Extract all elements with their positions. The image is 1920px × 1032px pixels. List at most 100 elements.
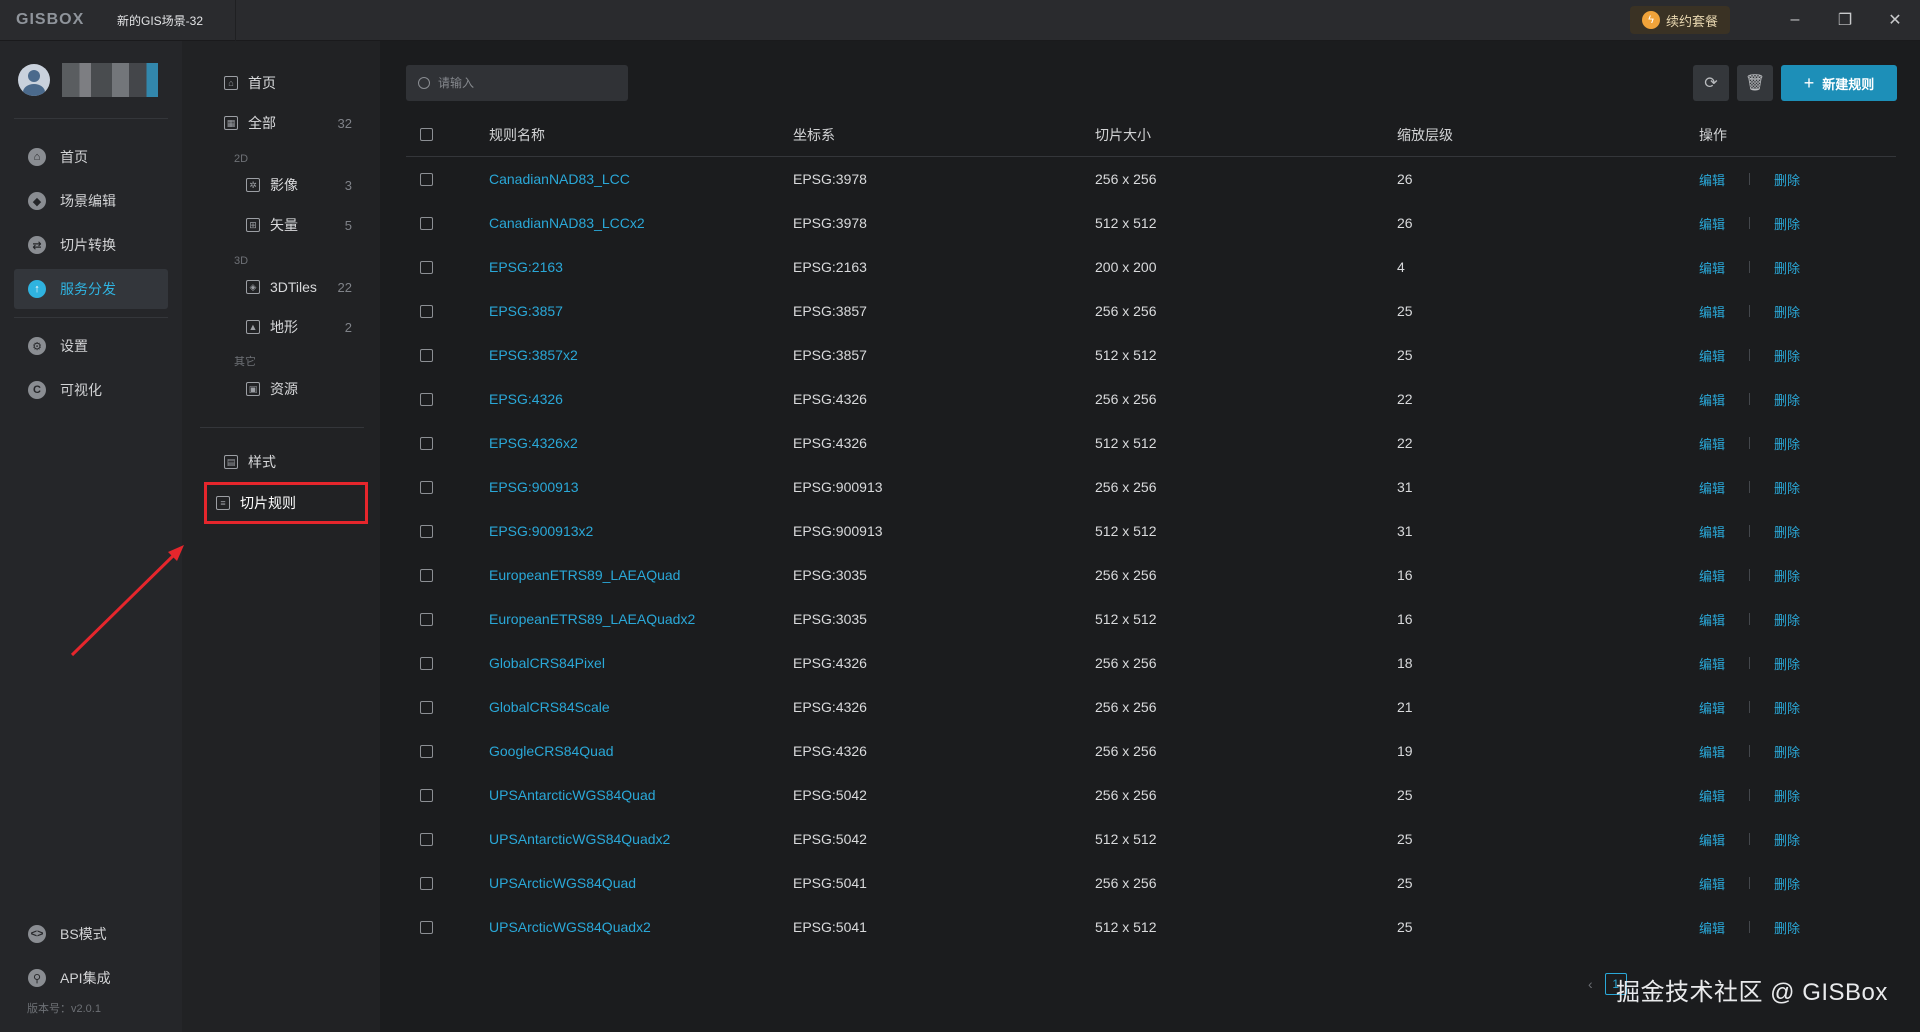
table-row[interactable]: UPSArcticWGS84Quad EPSG:5041 256 x 256 25 编辑…	[406, 861, 1896, 905]
row-checkbox[interactable]	[420, 832, 433, 846]
rule-name-link[interactable]: EPSG:2163	[489, 259, 793, 275]
delete-selected-button[interactable]: 🗑	[1737, 65, 1773, 101]
delete-button[interactable]: 删除	[1774, 478, 1800, 497]
edit-button[interactable]: 编辑	[1699, 214, 1725, 233]
row-checkbox[interactable]	[420, 788, 433, 802]
table-row[interactable]: UPSAntarcticWGS84Quad EPSG:5042 256 x 256 2…	[406, 773, 1896, 817]
delete-button[interactable]: 删除	[1774, 346, 1800, 365]
edit-button[interactable]: 编辑	[1699, 478, 1725, 497]
rule-name-link[interactable]: EPSG:900913	[489, 479, 793, 495]
edit-button[interactable]: 编辑	[1699, 874, 1725, 893]
restore-button[interactable]: ❐	[1820, 0, 1870, 41]
rule-name-link[interactable]: EPSG:900913x2	[489, 523, 793, 539]
row-checkbox[interactable]	[420, 876, 433, 890]
edit-button[interactable]: 编辑	[1699, 918, 1725, 937]
table-row[interactable]: EPSG:4326 EPSG:4326 256 x 256 22 编辑 删除	[406, 377, 1896, 421]
table-row[interactable]: UPSArcticWGS84Quadx2 EPSG:5041 512 x 512 25…	[406, 905, 1896, 949]
rule-name-link[interactable]: UPSAntarcticWGS84Quad	[489, 787, 793, 803]
delete-button[interactable]: 删除	[1774, 698, 1800, 717]
row-checkbox[interactable]	[420, 216, 433, 230]
table-row[interactable]: CanadianNAD83_LCCx2 EPSG:3978 512 x 512 26 编…	[406, 201, 1896, 245]
row-checkbox[interactable]	[420, 436, 433, 450]
edit-button[interactable]: 编辑	[1699, 522, 1725, 541]
select-all-checkbox[interactable]	[420, 128, 433, 141]
rule-name-link[interactable]: CanadianNAD83_LCCx2	[489, 215, 793, 231]
delete-button[interactable]: 删除	[1774, 522, 1800, 541]
rule-name-link[interactable]: EPSG:3857	[489, 303, 793, 319]
user-profile[interactable]	[14, 41, 168, 119]
panel-item-terrain[interactable]: ▲ 地形 2	[200, 307, 364, 347]
table-row[interactable]: CanadianNAD83_LCC EPSG:3978 256 x 256 26 编辑 删…	[406, 157, 1896, 201]
row-checkbox[interactable]	[420, 524, 433, 538]
row-checkbox[interactable]	[420, 612, 433, 626]
nav-item-bs-mode[interactable]: <> BS模式	[14, 914, 168, 954]
delete-button[interactable]: 删除	[1774, 390, 1800, 409]
rule-name-link[interactable]: UPSArcticWGS84Quadx2	[489, 919, 793, 935]
row-checkbox[interactable]	[420, 348, 433, 362]
table-row[interactable]: GoogleCRS84Quad EPSG:4326 256 x 256 19 编辑 删除	[406, 729, 1896, 773]
table-row[interactable]: EPSG:900913x2 EPSG:900913 512 x 512 31 编辑 删除	[406, 509, 1896, 553]
panel-item-resource[interactable]: ▣ 资源	[200, 369, 364, 409]
table-row[interactable]: EuropeanETRS89_LAEAQuadx2 EPSG:3035 512 x …	[406, 597, 1896, 641]
row-checkbox[interactable]	[420, 700, 433, 714]
rule-name-link[interactable]: GoogleCRS84Quad	[489, 743, 793, 759]
row-checkbox[interactable]	[420, 920, 433, 934]
table-row[interactable]: GlobalCRS84Scale EPSG:4326 256 x 256 21 编辑 删除	[406, 685, 1896, 729]
delete-button[interactable]: 删除	[1774, 170, 1800, 189]
delete-button[interactable]: 删除	[1774, 214, 1800, 233]
edit-button[interactable]: 编辑	[1699, 434, 1725, 453]
row-checkbox[interactable]	[420, 568, 433, 582]
panel-item-home[interactable]: ⌂ 首页	[200, 63, 364, 103]
rule-name-link[interactable]: CanadianNAD83_LCC	[489, 171, 793, 187]
rule-name-link[interactable]: GlobalCRS84Pixel	[489, 655, 793, 671]
rule-name-link[interactable]: EuropeanETRS89_LAEAQuadx2	[489, 611, 793, 627]
search-box[interactable]	[406, 65, 628, 101]
panel-item-vector[interactable]: ⊞ 矢量 5	[200, 205, 364, 245]
rule-name-link[interactable]: EPSG:4326	[489, 391, 793, 407]
edit-button[interactable]: 编辑	[1699, 610, 1725, 629]
delete-button[interactable]: 删除	[1774, 786, 1800, 805]
table-row[interactable]: EPSG:3857x2 EPSG:3857 512 x 512 25 编辑 删除	[406, 333, 1896, 377]
panel-item-style[interactable]: ▤ 样式	[200, 442, 364, 482]
nav-item-visualization[interactable]: C 可视化	[14, 370, 168, 410]
delete-button[interactable]: 删除	[1774, 830, 1800, 849]
prev-page-button[interactable]: ‹	[1588, 976, 1593, 992]
rule-name-link[interactable]: EuropeanETRS89_LAEAQuad	[489, 567, 793, 583]
edit-button[interactable]: 编辑	[1699, 566, 1725, 585]
row-checkbox[interactable]	[420, 480, 433, 494]
delete-button[interactable]: 删除	[1774, 610, 1800, 629]
edit-button[interactable]: 编辑	[1699, 742, 1725, 761]
panel-item-3dtiles[interactable]: ◈ 3DTiles 22	[200, 267, 364, 307]
scene-tab[interactable]: 新的GIS场景-32	[105, 0, 237, 41]
rule-name-link[interactable]: EPSG:4326x2	[489, 435, 793, 451]
search-input[interactable]	[438, 76, 618, 90]
edit-button[interactable]: 编辑	[1699, 654, 1725, 673]
table-row[interactable]: EPSG:900913 EPSG:900913 256 x 256 31 编辑 删除	[406, 465, 1896, 509]
edit-button[interactable]: 编辑	[1699, 786, 1725, 805]
nav-item-home[interactable]: ⌂ 首页	[14, 137, 168, 177]
edit-button[interactable]: 编辑	[1699, 830, 1725, 849]
renew-plan-button[interactable]: ϟ 续约套餐	[1629, 6, 1730, 34]
panel-item-tile-rules[interactable]: ≡ 切片规则	[204, 482, 368, 524]
delete-button[interactable]: 删除	[1774, 918, 1800, 937]
minimize-button[interactable]: –	[1770, 0, 1820, 41]
table-row[interactable]: EPSG:2163 EPSG:2163 200 x 200 4 编辑 删除	[406, 245, 1896, 289]
delete-button[interactable]: 删除	[1774, 258, 1800, 277]
new-rule-button[interactable]: + 新建规则	[1781, 65, 1897, 101]
row-checkbox[interactable]	[420, 656, 433, 670]
close-button[interactable]: ✕	[1870, 0, 1920, 41]
table-row[interactable]: EPSG:4326x2 EPSG:4326 512 x 512 22 编辑 删除	[406, 421, 1896, 465]
table-row[interactable]: GlobalCRS84Pixel EPSG:4326 256 x 256 18 编辑 删除	[406, 641, 1896, 685]
rule-name-link[interactable]: EPSG:3857x2	[489, 347, 793, 363]
edit-button[interactable]: 编辑	[1699, 390, 1725, 409]
edit-button[interactable]: 编辑	[1699, 302, 1725, 321]
delete-button[interactable]: 删除	[1774, 302, 1800, 321]
nav-item-service-distribution[interactable]: ↑ 服务分发	[14, 269, 168, 309]
delete-button[interactable]: 删除	[1774, 874, 1800, 893]
nav-item-settings[interactable]: ⚙ 设置	[14, 326, 168, 366]
row-checkbox[interactable]	[420, 744, 433, 758]
refresh-button[interactable]: ⟳	[1693, 65, 1729, 101]
table-row[interactable]: EuropeanETRS89_LAEAQuad EPSG:3035 256 x 25…	[406, 553, 1896, 597]
delete-button[interactable]: 删除	[1774, 742, 1800, 761]
edit-button[interactable]: 编辑	[1699, 170, 1725, 189]
